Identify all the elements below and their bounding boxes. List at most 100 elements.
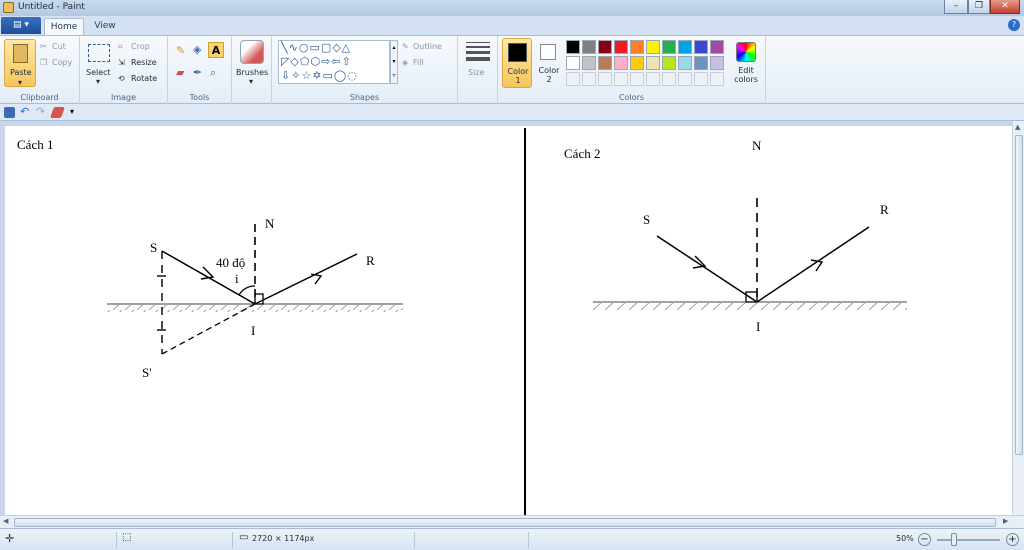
tab-view[interactable]: View — [88, 18, 122, 35]
copy-button[interactable]: Copy — [52, 58, 72, 67]
zoom-slider-track[interactable] — [937, 539, 1000, 541]
palette-swatch[interactable] — [614, 56, 628, 70]
custom-color-slot[interactable] — [710, 72, 724, 86]
shapes-scroll[interactable]: ▴ ▾ ▿ — [390, 40, 398, 84]
outline-button[interactable]: Outline — [413, 42, 442, 51]
palette-swatch[interactable] — [662, 56, 676, 70]
size-button[interactable]: Size — [468, 68, 484, 77]
clipboard-group: Paste ▾ ✂ Cut ❐ Copy Clipboard — [0, 36, 80, 104]
right-heading: Cách 2 — [564, 146, 600, 161]
scroll-up-icon[interactable]: ▲ — [1015, 123, 1020, 131]
window-title: Untitled - Paint — [18, 2, 85, 12]
custom-color-slot[interactable] — [582, 72, 596, 86]
drawing-svg: Cách 1 S S' N R I 40 độ i Cách 2 S N R I — [17, 128, 907, 515]
edit-colors-button[interactable]: Edit colors — [730, 38, 762, 88]
palette-swatch[interactable] — [566, 40, 580, 54]
left-reflected-ray — [254, 253, 358, 305]
horizontal-scroll-thumb[interactable] — [14, 518, 996, 527]
cut-icon: ✂ — [40, 42, 47, 51]
zoom-out-button[interactable]: − — [918, 533, 931, 546]
right-mirror-hatch — [593, 303, 907, 310]
undo-icon[interactable]: ↶ — [20, 105, 31, 118]
fill-icon: ◈ — [402, 58, 409, 67]
rotate-button[interactable]: Rotate — [131, 74, 157, 83]
copy-icon: ❐ — [40, 58, 48, 67]
custom-color-slot[interactable] — [614, 72, 628, 86]
custom-color-slot[interactable] — [662, 72, 676, 86]
vertical-scroll-thumb[interactable] — [1015, 135, 1023, 455]
palette-swatch[interactable] — [678, 40, 692, 54]
color1-button[interactable]: Color 1 — [502, 38, 532, 88]
scroll-left-icon[interactable]: ◀ — [3, 517, 8, 525]
fill-button[interactable]: Fill — [413, 58, 424, 67]
maximize-button[interactable]: ❐ — [968, 0, 990, 14]
zoom-in-button[interactable]: + — [1006, 533, 1019, 546]
close-button[interactable]: ✕ — [990, 0, 1020, 14]
redo-icon[interactable]: ↷ — [36, 105, 47, 118]
customize-toolbar-icon[interactable]: ▾ — [70, 107, 81, 118]
fill-bucket-icon[interactable]: ◈ — [193, 43, 201, 56]
paste-button[interactable]: Paste ▾ — [4, 39, 36, 87]
left-angle-i: i — [235, 271, 239, 286]
help-icon[interactable]: ? — [1008, 19, 1020, 31]
palette-swatch[interactable] — [630, 56, 644, 70]
custom-color-slot[interactable] — [694, 72, 708, 86]
select-button[interactable]: Select — [86, 68, 111, 77]
file-menu-button[interactable]: ▤ ▾ — [1, 17, 41, 34]
palette-swatch[interactable] — [694, 40, 708, 54]
palette-swatch[interactable] — [694, 56, 708, 70]
cut-button[interactable]: Cut — [52, 42, 66, 51]
palette-swatch[interactable] — [646, 40, 660, 54]
color-picker-icon[interactable]: ✒ — [193, 66, 202, 79]
status-bar: ✛ ⬚ ▭ 2720 × 1174px 50% − + — [0, 528, 1024, 550]
canvas-dimensions: 2720 × 1174px — [252, 534, 315, 543]
custom-color-slot[interactable] — [566, 72, 580, 86]
outline-icon: ✎ — [402, 42, 409, 51]
palette-swatch[interactable] — [614, 40, 628, 54]
drawing-canvas[interactable]: Cách 1 S S' N R I 40 độ i Cách 2 S N R I — [5, 126, 1012, 515]
shapes-gallery[interactable]: ╲∿○▭▢◇△ ◸◇⬠⬡⇨⇦⇧ ⇩✧☆✡▭◯◌ — [278, 40, 390, 84]
palette-swatch[interactable] — [598, 56, 612, 70]
minimize-button[interactable]: – — [944, 0, 968, 14]
palette-swatch[interactable] — [630, 40, 644, 54]
brushes-group: Brushes ▾ — [232, 36, 272, 104]
palette-swatch[interactable] — [582, 40, 596, 54]
eraser-quick-icon[interactable] — [49, 107, 66, 118]
brushes-button[interactable]: Brushes — [236, 68, 268, 77]
color-wheel-icon — [736, 42, 756, 62]
right-label-I: I — [756, 319, 760, 334]
colors-group: Color 1 Color 2 Edit colors Colors — [498, 36, 766, 104]
zoom-slider-thumb[interactable] — [951, 533, 957, 546]
custom-color-slot[interactable] — [630, 72, 644, 86]
quick-access-toolbar: ↶ ↷ ▾ — [0, 104, 1024, 121]
text-tool-icon[interactable]: A — [208, 42, 224, 58]
vertical-scrollbar[interactable]: ▲ — [1012, 121, 1024, 515]
pencil-icon[interactable]: ✎ — [176, 44, 185, 57]
palette-swatch[interactable] — [678, 56, 692, 70]
select-icon — [88, 44, 110, 62]
paint-app-icon[interactable] — [3, 2, 14, 13]
save-icon[interactable] — [4, 107, 15, 118]
crop-button[interactable]: Crop — [131, 42, 150, 51]
eraser-icon[interactable]: ▰ — [176, 66, 184, 79]
tab-home[interactable]: Home — [44, 18, 84, 35]
right-reflected-ray — [756, 226, 870, 303]
palette-swatch[interactable] — [662, 40, 676, 54]
custom-color-slot[interactable] — [598, 72, 612, 86]
custom-color-slot[interactable] — [646, 72, 660, 86]
custom-color-slot[interactable] — [678, 72, 692, 86]
color2-button[interactable]: Color 2 — [536, 38, 562, 88]
magnifier-icon[interactable]: ⌕ — [210, 66, 216, 80]
scroll-right-icon[interactable]: ▶ — [1003, 517, 1008, 525]
palette-swatch[interactable] — [582, 56, 596, 70]
resize-button[interactable]: Resize — [131, 58, 157, 67]
palette-swatch[interactable] — [646, 56, 660, 70]
right-label-S: S — [643, 212, 650, 227]
left-label-S-prime: S' — [142, 365, 152, 380]
horizontal-scrollbar[interactable]: ◀ ▶ — [0, 515, 1024, 528]
canvas-size-icon: ▭ — [239, 532, 249, 543]
palette-swatch[interactable] — [710, 56, 724, 70]
palette-swatch[interactable] — [566, 56, 580, 70]
palette-swatch[interactable] — [598, 40, 612, 54]
palette-swatch[interactable] — [710, 40, 724, 54]
